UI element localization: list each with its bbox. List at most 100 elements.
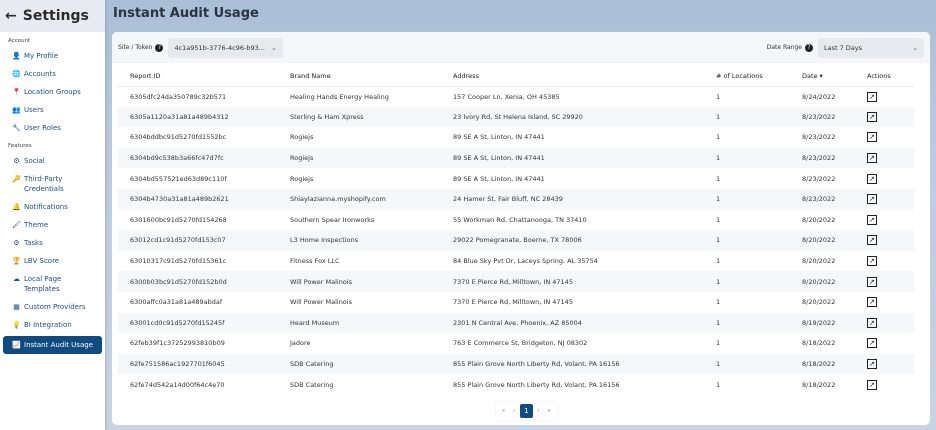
brand-name: Rogiejs [290,133,314,142]
column-header: Brand Name [290,66,453,87]
external-link-icon[interactable]: ↗ [867,91,877,102]
date: 8/23/2022 [802,174,836,183]
date: 8/23/2022 [802,106,867,128]
actions-cell: ↗ [867,333,914,354]
sidebar-section-label: Features [8,143,32,149]
date-range-select[interactable]: Last 7 Days ⌄ [818,37,924,58]
sidebar-item-my-profile[interactable]: 👤 My Profile [0,47,105,65]
address: 23 Ivory Rd, St Helena Island, SC 29920 [453,106,716,128]
chart-icon: 📈 [12,341,21,349]
address: 855 Plain Grove North Liberty Rd, Volant… [453,353,716,375]
external-link-icon[interactable]: ↗ [867,359,877,370]
external-link-icon[interactable]: ↗ [867,379,877,390]
date: 8/19/2022 [802,312,867,334]
sidebar-item-social[interactable]: ⚙ Social [0,152,105,170]
report-id: 63010317c91d5270fd15361c [130,257,227,266]
location-count: 1 [716,92,721,101]
brand-name: Rogiejs [290,147,453,169]
brand-name: Heard Museum [290,312,453,334]
external-link-icon[interactable]: ↗ [867,132,877,143]
page-1-button[interactable]: 1 [520,404,533,418]
report-id: 63001cd0c91d5270fd15245f [118,312,290,334]
table-row: 6304bddbc91d5270fd1552bc Rogiejs 89 SE A S… [118,127,914,148]
wrench-icon: 🔧 [12,124,21,132]
last-page-button[interactable]: » [545,408,554,414]
key-icon: 🔑 [12,175,21,183]
actions-cell: ↗ [867,292,914,313]
report-id: 63012cd1c91d5270fd153c07 [118,230,290,251]
help-icon[interactable]: ? [805,43,813,52]
actions-cell: ↗ [867,230,914,251]
help-icon[interactable]: ? [155,43,164,52]
external-link-icon[interactable]: ↗ [867,297,877,308]
users-icon: 👥 [12,106,21,114]
pagination: « ‹ 1 › » [496,402,557,420]
prev-page-button[interactable]: ‹ [510,408,518,414]
actions-cell: ↗ [867,127,914,148]
report-id: 6300affc0a31a81a489abdaf [130,298,223,307]
location-count: 1 [716,174,721,183]
gear-icon: ⚙ [13,239,20,247]
sidebar-item-instant-audit-usage[interactable]: 📈 Instant Audit Usage [3,336,102,354]
sidebar-item-theme[interactable]: 🖌 Theme [0,216,105,234]
sidebar-item-label: Social [24,157,45,165]
sidebar-item-custom-providers[interactable]: ▦ Custom Providers [0,298,105,316]
date: 8/18/2022 [802,339,836,348]
external-link-icon[interactable]: ↗ [867,276,877,287]
external-link-icon[interactable]: ↗ [867,338,877,349]
date: 8/20/2022 [802,215,836,224]
address: 84 Blue Sky Pvt Dr, Laceys Spring, AL 35… [453,257,598,266]
first-page-button[interactable]: « [499,408,508,414]
gear-icon: ⚙ [13,157,20,165]
brand-name: Fitness Fox LLC [290,257,340,266]
location-count: 1 [716,188,802,210]
settings-title: Settings [22,8,89,24]
sidebar-item-label: Tasks [24,239,43,247]
back-arrow-icon[interactable]: ← [5,8,17,24]
table-row: 6300affc0a31a81a489abdaf Will Power Malin… [118,292,914,313]
external-link-icon[interactable]: ↗ [867,317,877,328]
sidebar-item-location-groups[interactable]: 📍 Location Groups [0,83,105,101]
lightbulb-icon: 💡 [12,321,21,329]
external-link-icon[interactable]: ↗ [867,194,877,205]
table-row: 63001cd0c91d5270fd15245f Heard Museum 2301… [118,312,914,334]
column-header[interactable]: Date ▾ [802,66,867,87]
column-header: Address [453,66,716,87]
table-row: 6304b4730a31a81a489b2621 Shiaylazianna.my… [118,188,914,210]
date: 8/18/2022 [802,353,867,375]
sidebar-item-user-roles[interactable]: 🔧 User Roles [0,119,105,137]
column-header-label: Report ID [130,71,161,80]
location-count: 1 [716,215,721,224]
globe-icon: 🌐 [12,70,21,78]
filter-bar: Site / Token ? 4c1a951b-3776-4c96-b93...… [112,32,930,63]
report-id: 6304bddbc91d5270fd1552bc [130,133,227,142]
sidebar-item-bi-integration[interactable]: 💡 BI Integration [0,316,105,334]
external-link-icon[interactable]: ↗ [867,111,877,122]
table-row: 6305a1120a31a81a489b4312 Sterling & Ham X… [118,106,914,128]
external-link-icon[interactable]: ↗ [867,173,877,184]
sidebar-item-local-page-templates[interactable]: ☁ Local Page Templates [0,270,105,298]
actions-cell: ↗ [867,147,914,169]
external-link-icon[interactable]: ↗ [867,235,877,246]
sidebar-item-notifications[interactable]: 🔔 Notifications [0,198,105,216]
sidebar-item-lbv-score[interactable]: 🏆 LBV Score [0,252,105,270]
actions-cell: ↗ [867,353,914,375]
sidebar-item-accounts[interactable]: 🌐 Accounts [0,65,105,83]
report-id: 6305dfc24da350789c32b571 [130,92,227,101]
sidebar-item-label: My Profile [24,52,59,60]
brand-name: Rogiejs [290,174,314,183]
sidebar-item-label: Theme [24,221,49,229]
sidebar-item-third-party-credentials[interactable]: 🔑 Third-Party Credentials [0,170,105,198]
external-link-icon[interactable]: ↗ [867,153,877,164]
sidebar-item-users[interactable]: 👥 Users [0,101,105,119]
sidebar-item-label: Users [24,106,44,114]
sidebar-item-label: Notifications [24,203,68,211]
site-token-value: 4c1a951b-3776-4c96-b93... [174,43,265,52]
site-token-select[interactable]: 4c1a951b-3776-4c96-b93... ⌄ [168,37,283,58]
next-page-button[interactable]: › [535,408,543,414]
sidebar-item-tasks[interactable]: ⚙ Tasks [0,234,105,252]
external-link-icon[interactable]: ↗ [867,214,877,225]
table-row: 63012cd1c91d5270fd153c07 L3 Home Inspecti… [118,230,914,251]
external-link-icon[interactable]: ↗ [867,256,877,267]
address: 24 Hamer St, Fair Bluff, NC 28439 [453,188,716,210]
